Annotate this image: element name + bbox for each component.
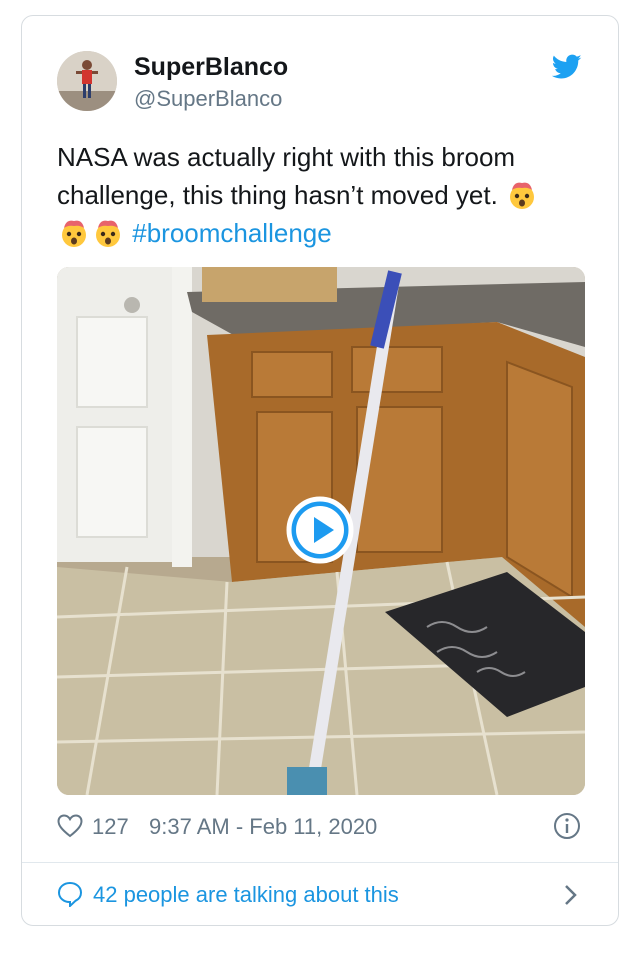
author-handle[interactable]: @SuperBlanco <box>134 86 282 112</box>
info-icon[interactable] <box>553 812 581 840</box>
play-icon[interactable] <box>286 496 354 564</box>
exploding-head-emoji-icon <box>96 220 120 247</box>
person-photo-avatar <box>57 51 117 111</box>
chevron-right-icon[interactable] <box>563 883 579 907</box>
tweet-text-line-1: NASA was actually right with this broom <box>57 142 516 172</box>
hashtag-link[interactable]: #broomchallenge <box>132 218 331 248</box>
tweet-card: SuperBlanco @SuperBlanco NASA was actual… <box>21 15 619 926</box>
conversation-label[interactable]: 42 people are talking about this <box>93 882 399 908</box>
tweet-text: NASA was actually right with this broom … <box>57 138 587 252</box>
conversation-link[interactable]: 42 people are talking about this <box>57 878 587 912</box>
speech-bubble-icon <box>57 881 83 907</box>
heart-icon[interactable] <box>57 814 83 838</box>
twitter-bird-icon[interactable] <box>552 54 582 80</box>
avatar[interactable] <box>57 51 117 111</box>
author-display-name[interactable]: SuperBlanco <box>134 53 288 82</box>
exploding-head-emoji-icon <box>62 220 86 247</box>
exploding-head-emoji-icon <box>510 182 535 209</box>
timestamp[interactable]: 9:37 AM - Feb 11, 2020 <box>149 814 377 840</box>
like-count[interactable]: 127 <box>92 814 129 840</box>
divider <box>22 862 618 863</box>
tweet-footer: 127 9:37 AM - Feb 11, 2020 <box>57 812 587 842</box>
tweet-text-line-2: challenge, this thing hasn’t moved yet. <box>57 180 498 210</box>
